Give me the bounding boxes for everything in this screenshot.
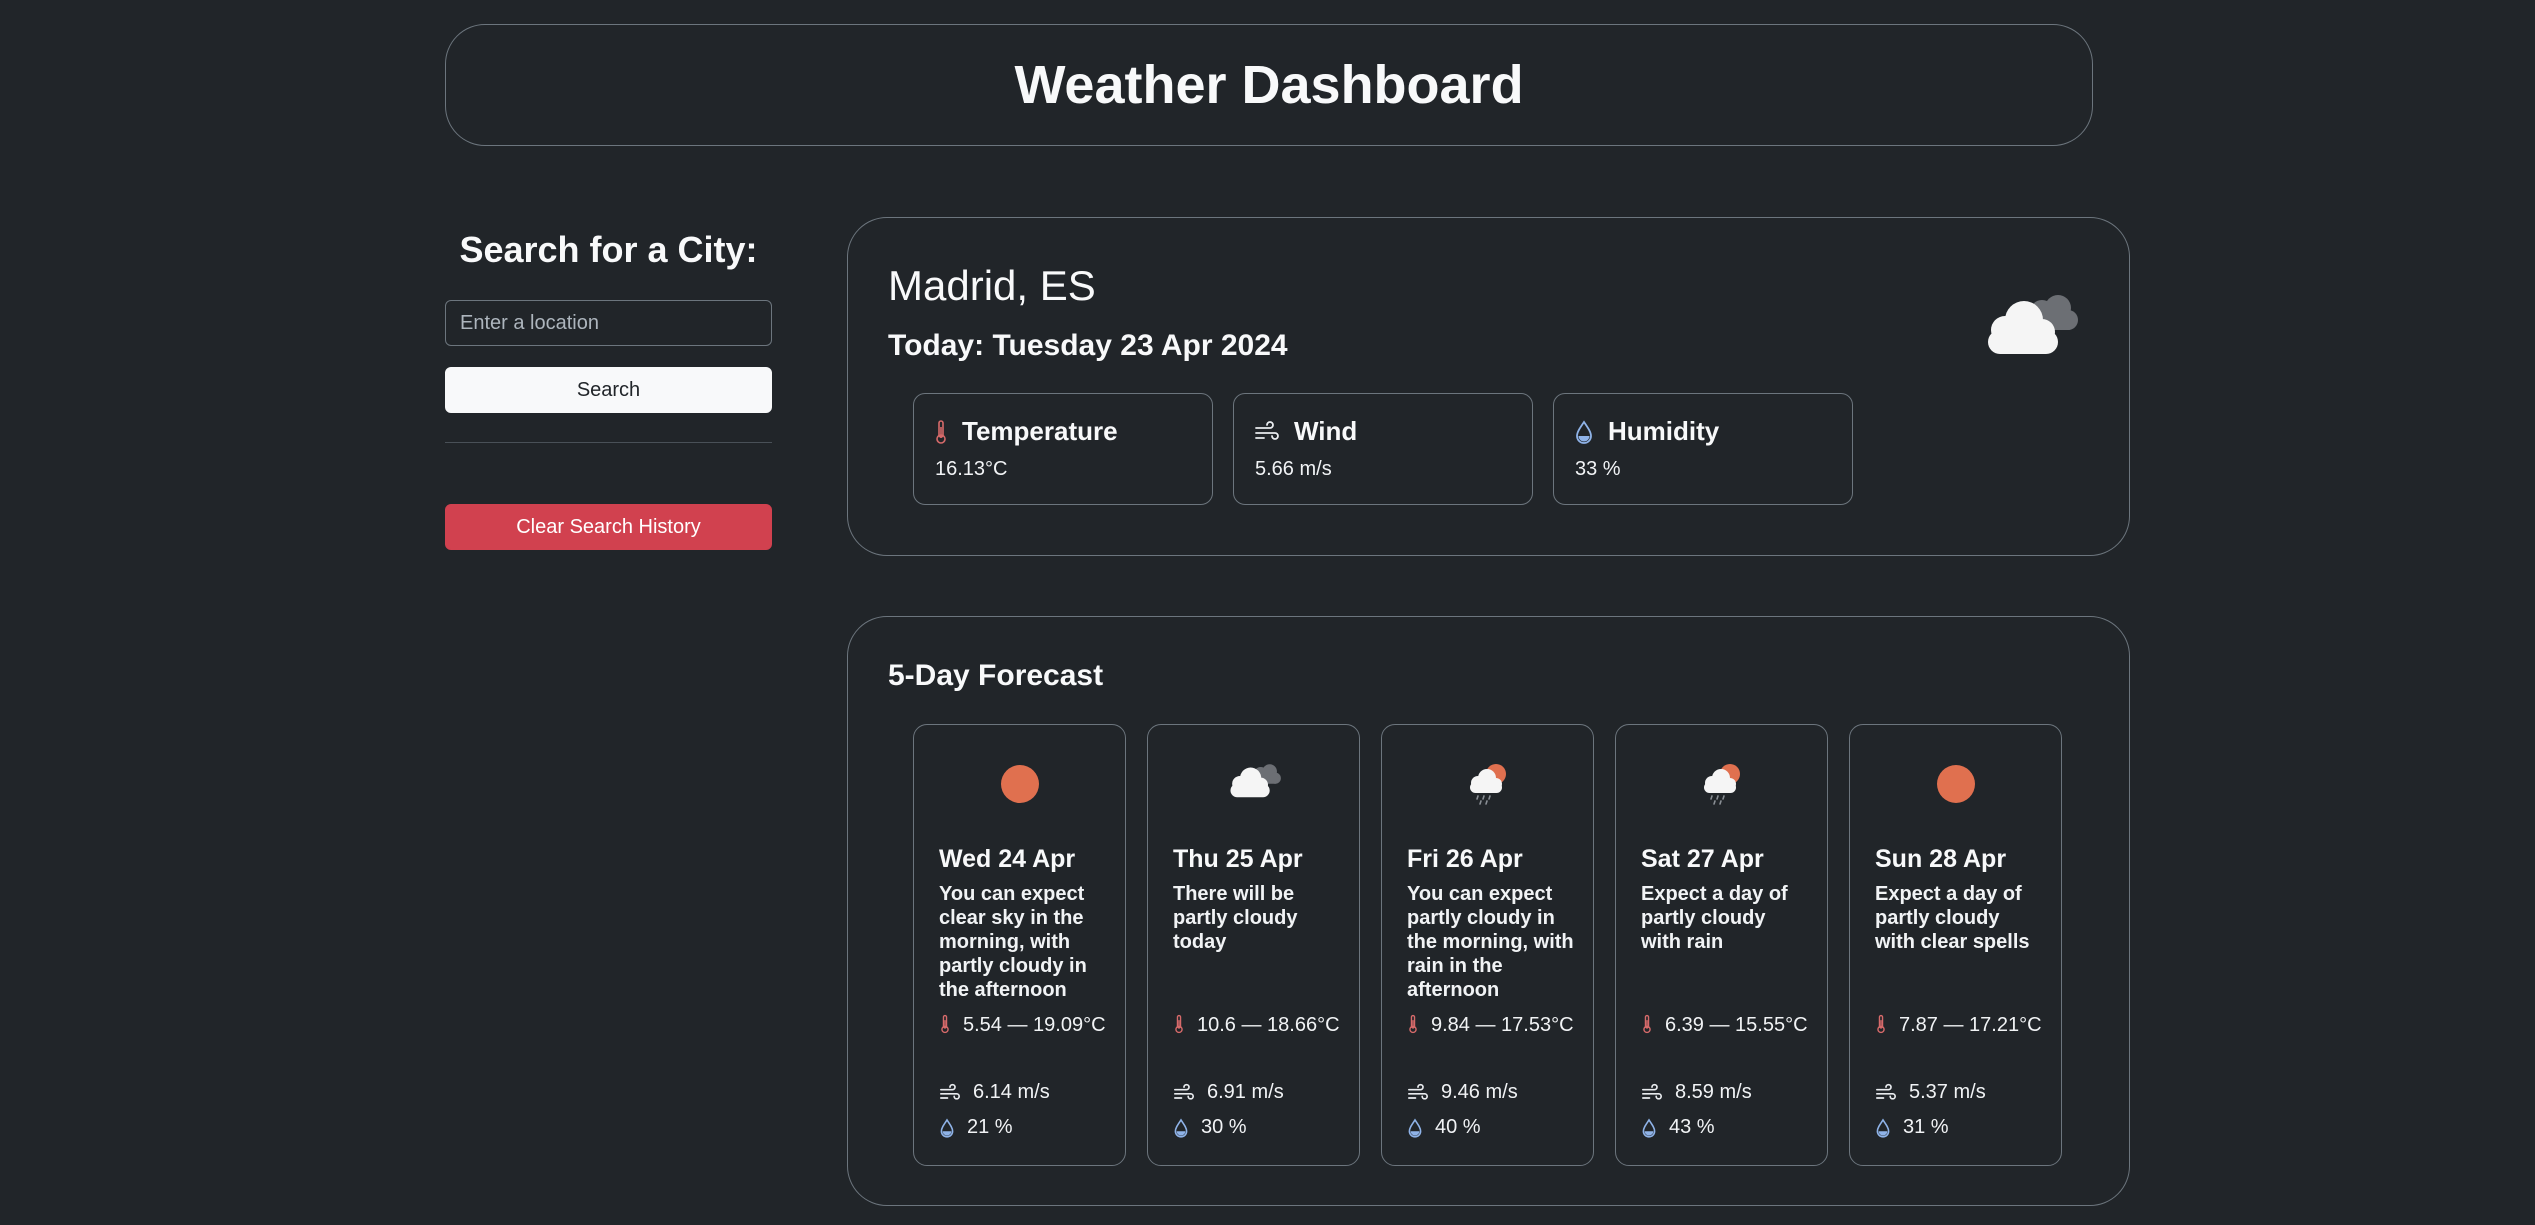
forecast-description: You can expect partly cloudy in the morn… [1407, 883, 1574, 1001]
forecast-wind-value: 5.37 m/s [1909, 1081, 1986, 1103]
forecast-temperature: 10.6 — 18.66°C [1173, 1011, 1343, 1040]
forecast-description: There will be partly cloudy today [1173, 883, 1298, 953]
forecast-day-card-2: Thu 25 Apr There will be partly cloudy t… [1147, 724, 1360, 1166]
forecast-temperature-value: 6.39 — 15.55°C [1665, 1014, 1808, 1036]
divider [445, 442, 772, 443]
forecast-date: Sun 28 Apr [1875, 845, 2007, 873]
forecast-wind-value: 6.91 m/s [1207, 1081, 1284, 1103]
forecast-wind-value: 9.46 m/s [1441, 1081, 1518, 1103]
forecast-date: Wed 24 Apr [939, 845, 1076, 873]
forecast-wind-value: 8.59 m/s [1675, 1081, 1752, 1103]
thermometer-icon [1877, 1014, 1885, 1034]
forecast-humidity: 21 % [939, 1116, 1013, 1139]
forecast-description: You can expect clear sky in the morning,… [939, 883, 1087, 1001]
droplet-icon [1408, 1118, 1422, 1138]
forecast-humidity-value: 40 % [1435, 1116, 1481, 1138]
forecast-humidity-value: 43 % [1669, 1116, 1715, 1138]
wind-icon [939, 1083, 960, 1100]
droplet-icon [1576, 419, 1592, 444]
forecast-date: Fri 26 Apr [1407, 845, 1523, 873]
humidity-label: Humidity [1608, 416, 1720, 446]
thermometer-icon [936, 419, 946, 444]
forecast-date: Thu 25 Apr [1173, 845, 1303, 873]
forecast-temperature: 5.54 — 19.09°C [939, 1011, 1109, 1040]
forecast-date: Sat 27 Apr [1641, 845, 1764, 873]
forecast-day-card-1: Wed 24 Apr You can expect clear sky in t… [913, 724, 1126, 1166]
temperature-value: 16.13°C [935, 458, 1008, 480]
droplet-icon [940, 1118, 954, 1138]
cloudy-icon [1980, 290, 2080, 360]
wind-value: 5.66 m/s [1255, 458, 1332, 480]
forecast-description: Expect a day of partly cloudy with clear… [1875, 883, 2030, 953]
wind-icon [1408, 1083, 1428, 1100]
forecast-day-card-4: Sat 27 Apr Expect a day of partly cloudy… [1615, 724, 1828, 1166]
temperature-label: Temperature [962, 416, 1118, 446]
current-date: Today: Tuesday 23 Apr 2024 [888, 329, 1288, 362]
wind-icon [1255, 420, 1279, 440]
forecast-wind: 6.91 m/s [1173, 1081, 1284, 1104]
wind-icon [1876, 1083, 1896, 1100]
search-button[interactable]: Search [445, 367, 772, 413]
wind-icon [1174, 1083, 1194, 1100]
wind-box: Wind 5.66 m/s [1233, 393, 1533, 505]
forecast-temperature-value: 5.54 — 19.09°C [963, 1014, 1106, 1036]
thermometer-icon [941, 1014, 949, 1034]
forecast-humidity: 40 % [1407, 1116, 1481, 1139]
forecast-wind: 8.59 m/s [1641, 1081, 1752, 1104]
forecast-day-card-3: Fri 26 Apr You can expect partly cloudy … [1381, 724, 1594, 1166]
forecast-description: Expect a day of partly cloudy with rain [1641, 883, 1788, 953]
temperature-box: Temperature 16.13°C [913, 393, 1213, 505]
clear-history-button[interactable]: Clear Search History [445, 504, 772, 550]
search-input[interactable] [445, 300, 772, 346]
forecast-wind: 6.14 m/s [939, 1081, 1050, 1104]
thermometer-icon [1175, 1014, 1183, 1034]
sun-rain-icon [1382, 761, 1593, 807]
forecast-humidity-value: 31 % [1903, 1116, 1949, 1138]
search-heading: Search for a City: [459, 229, 758, 270]
forecast-temperature: 9.84 — 17.53°C [1407, 1011, 1577, 1040]
droplet-icon [1642, 1118, 1656, 1138]
forecast-temperature-value: 7.87 — 17.21°C [1899, 1014, 2042, 1036]
sun-icon [914, 761, 1125, 807]
forecast-humidity: 31 % [1875, 1116, 1949, 1139]
cloudy-icon [1148, 761, 1359, 807]
city-name: Madrid, ES [888, 262, 1096, 309]
forecast-title: 5-Day Forecast [888, 659, 1104, 692]
page-title: Weather Dashboard [1014, 55, 1524, 115]
droplet-icon [1174, 1118, 1188, 1138]
sun-rain-icon [1616, 761, 1827, 807]
forecast-temperature: 7.87 — 17.21°C [1875, 1011, 2045, 1040]
droplet-icon [1876, 1118, 1890, 1138]
forecast-humidity-value: 30 % [1201, 1116, 1247, 1138]
forecast-wind: 9.46 m/s [1407, 1081, 1518, 1104]
forecast-temperature-value: 10.6 — 18.66°C [1197, 1014, 1340, 1036]
sun-icon [1850, 761, 2061, 807]
humidity-box: Humidity 33 % [1553, 393, 1853, 505]
forecast-humidity-value: 21 % [967, 1116, 1013, 1138]
forecast-humidity: 43 % [1641, 1116, 1715, 1139]
header: Weather Dashboard [445, 24, 2093, 146]
forecast-humidity: 30 % [1173, 1116, 1247, 1139]
thermometer-icon [1409, 1014, 1417, 1034]
forecast-temperature: 6.39 — 15.55°C [1641, 1011, 1811, 1040]
forecast-wind-value: 6.14 m/s [973, 1081, 1050, 1103]
forecast-wind: 5.37 m/s [1875, 1081, 1986, 1104]
wind-icon [1642, 1083, 1662, 1100]
wind-label: Wind [1294, 416, 1358, 446]
current-weather-card: Madrid, ES Today: Tuesday 23 Apr 2024 Te… [847, 217, 2130, 556]
forecast-card: 5-Day Forecast Wed 24 Apr You can expect… [847, 616, 2130, 1206]
sidebar: Search for a City: Search Clear Search H… [445, 220, 772, 550]
forecast-temperature-value: 9.84 — 17.53°C [1431, 1014, 1574, 1036]
thermometer-icon [1643, 1014, 1651, 1034]
humidity-value: 33 % [1575, 458, 1621, 480]
forecast-day-card-5: Sun 28 Apr Expect a day of partly cloudy… [1849, 724, 2062, 1166]
